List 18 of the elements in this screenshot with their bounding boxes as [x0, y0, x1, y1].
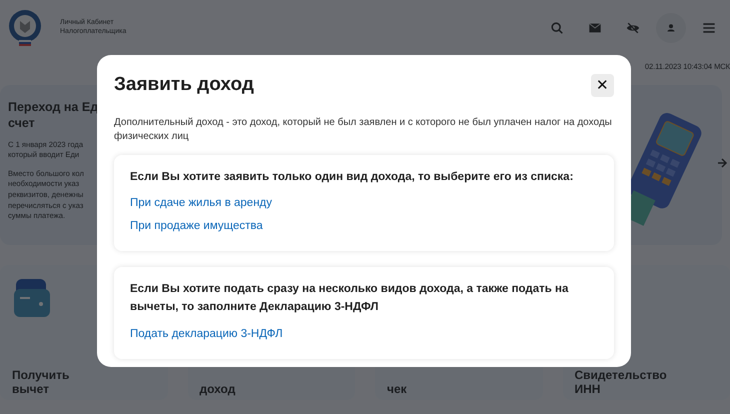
- search-icon[interactable]: [550, 20, 564, 34]
- tile-title: доход: [200, 382, 236, 396]
- banner-title: Переход на Ед счет: [8, 99, 98, 132]
- tile-title: чек: [387, 382, 408, 396]
- menu-icon[interactable]: [702, 20, 716, 34]
- modal-description: Дополнительный доход - это доход, который не был заявлен и с которого не был уплачен налог на доходы физических лиц: [114, 116, 613, 144]
- option-link[interactable]: При сдаче жилья в аренду: [130, 192, 272, 215]
- emblem-logo[interactable]: [6, 8, 44, 48]
- close-button[interactable]: ✕: [591, 74, 614, 97]
- option-link[interactable]: При продаже имущества: [130, 214, 263, 238]
- tile-title: Свидетельство ИНН: [574, 368, 664, 396]
- tile-title: Получить вычет: [12, 368, 70, 396]
- wallet-icon: [12, 277, 52, 319]
- arrow-right-icon[interactable]: [718, 157, 728, 169]
- modal-title: Заявить доход: [114, 73, 254, 97]
- mail-icon[interactable]: [588, 20, 602, 34]
- option-heading: Если Вы хотите заявить только один вид дохода, то выберите его из списка:: [130, 170, 574, 184]
- eye-slash-icon[interactable]: [626, 20, 640, 34]
